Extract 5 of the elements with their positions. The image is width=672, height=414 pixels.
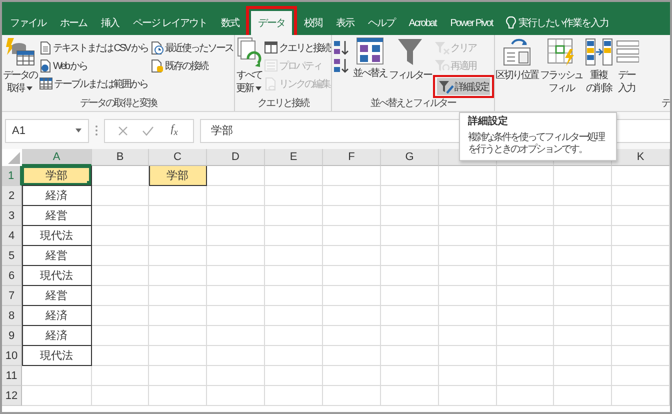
group-label: データの取得と変換 xyxy=(78,98,158,110)
tooltip-title: 詳細設定 xyxy=(468,116,509,128)
group-label: デ xyxy=(660,98,670,110)
group-label: クエリと接続 xyxy=(256,98,310,110)
group-label: 並べ替えとフィルター xyxy=(369,98,457,110)
